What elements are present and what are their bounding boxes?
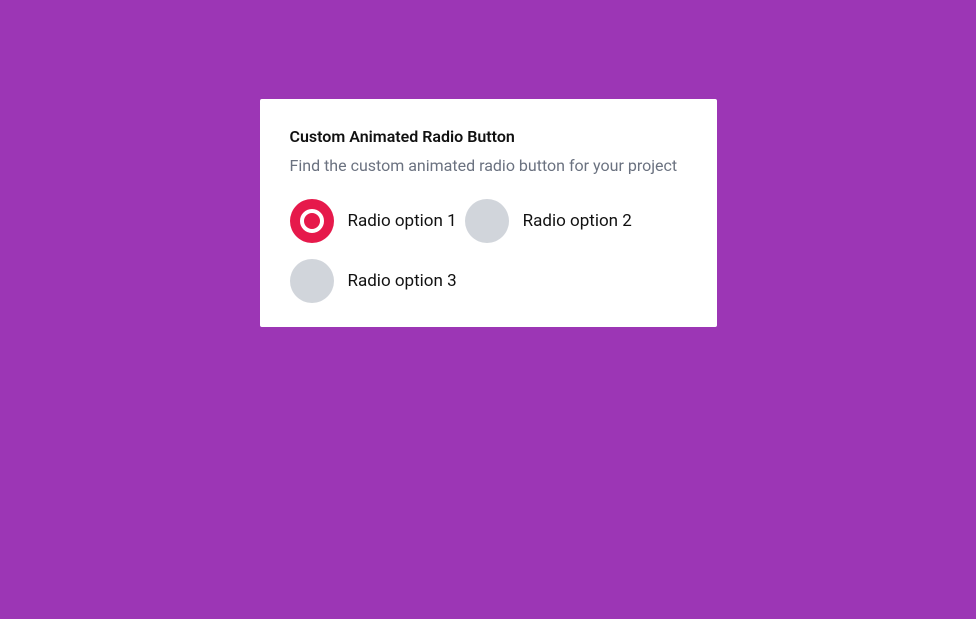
radio-circle-icon <box>465 199 509 243</box>
radio-circle-icon <box>290 259 334 303</box>
radio-group: Radio option 1 Radio option 2 Radio opti… <box>290 199 687 303</box>
radio-card: Custom Animated Radio Button Find the cu… <box>260 99 717 327</box>
radio-option-3[interactable]: Radio option 3 <box>290 259 457 303</box>
radio-label: Radio option 2 <box>523 211 632 231</box>
card-title: Custom Animated Radio Button <box>290 127 687 146</box>
radio-circle-icon <box>290 199 334 243</box>
card-subtitle: Find the custom animated radio button fo… <box>290 156 687 175</box>
radio-option-2[interactable]: Radio option 2 <box>465 199 632 243</box>
radio-label: Radio option 3 <box>348 271 457 291</box>
radio-label: Radio option 1 <box>348 211 457 231</box>
radio-option-1[interactable]: Radio option 1 <box>290 199 457 243</box>
radio-inner-ring-icon <box>300 209 324 233</box>
